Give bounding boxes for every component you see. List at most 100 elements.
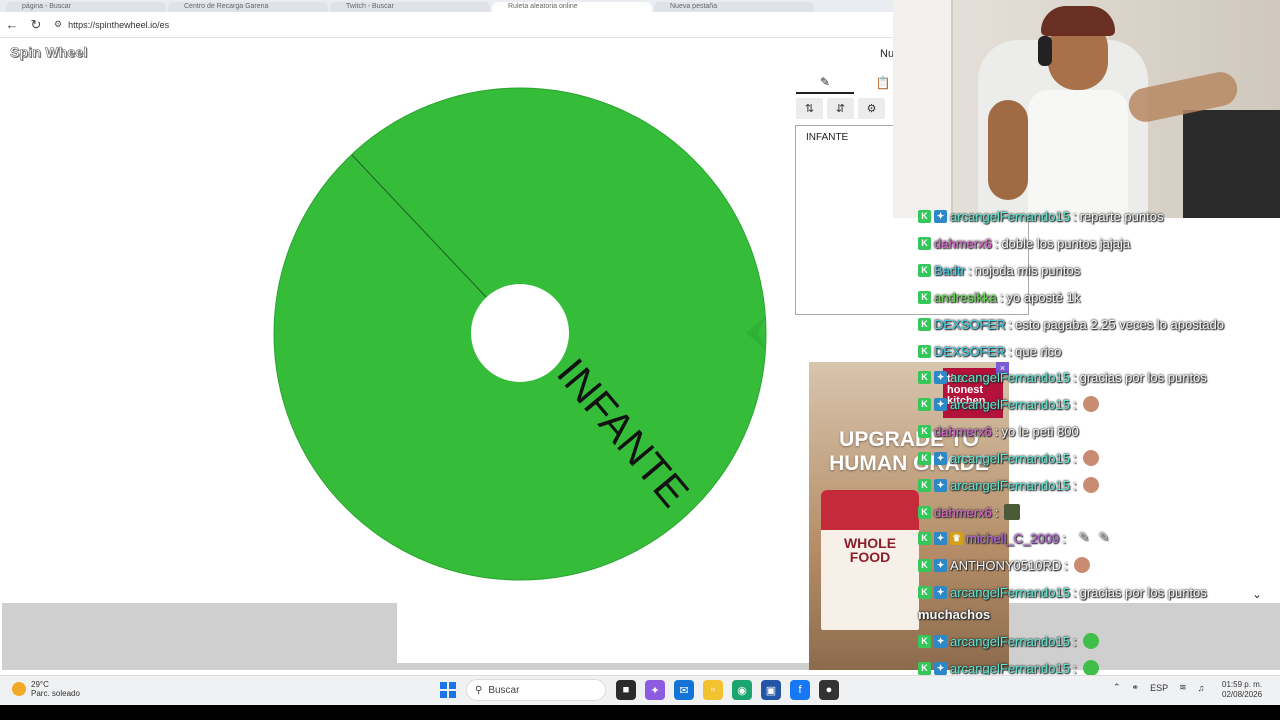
subscriber-badge-icon: ✦ (934, 585, 947, 599)
spin-wheel[interactable]: INFANTE (270, 84, 770, 584)
clock-time: 01:59 p. m. (1222, 680, 1263, 689)
weather-widget[interactable]: 29°C Parc. soleado (12, 680, 80, 698)
chat-message: Kdahmerx6: (918, 503, 1021, 521)
emote-icon (1082, 660, 1099, 676)
chat-separator: : (1008, 343, 1013, 359)
chevron-up-icon[interactable]: ⌃ (1113, 682, 1121, 693)
volume-icon[interactable]: ♫ (1198, 683, 1205, 693)
site-logo[interactable]: Spin Wheel (10, 44, 88, 61)
obs-icon[interactable]: ● (819, 680, 839, 700)
subscriber-badge-icon: ✦ (934, 209, 947, 223)
sort-button[interactable]: ⇵ (827, 98, 854, 119)
chat-separator: : (1072, 660, 1077, 676)
chat-username[interactable]: andresikka (934, 290, 997, 305)
chat-separator: : (1072, 396, 1077, 412)
kick-badge-icon: K (918, 478, 931, 492)
chat-username[interactable]: dahmerx6 (934, 505, 992, 520)
taskbar-search[interactable]: ⚲ Buscar (466, 679, 606, 701)
settings-button[interactable]: ⚙ (858, 98, 885, 119)
chat-text: nojoda mis puntos (974, 262, 1081, 278)
chat-username[interactable]: arcangelFernando15 (950, 209, 1070, 224)
chat-separator: : (1062, 530, 1066, 546)
browser-address-bar: ← ↻ ⚙ https://spinthewheel.io/es (0, 12, 900, 38)
chat-text: que rico (1015, 343, 1062, 359)
outlook-icon[interactable]: ✉ (674, 680, 694, 700)
chat-separator: : (1008, 316, 1013, 332)
chat-separator: : (994, 423, 999, 439)
chat-separator: : (994, 235, 999, 251)
chat-message: muchachos (918, 605, 990, 623)
crown-badge-icon: ♛ (950, 531, 963, 545)
emote-icon (1082, 396, 1099, 412)
back-arrow-icon[interactable]: ← (0, 13, 24, 37)
chat-separator: : (999, 289, 1004, 305)
copilot-icon[interactable]: ✦ (645, 680, 665, 700)
site-info-icon[interactable]: ⚙ (54, 19, 62, 30)
wifi-icon[interactable]: ≋ (1179, 682, 1187, 693)
editor-toolbar: ⇅ ⇵ ⚙ (796, 98, 885, 120)
chat-username[interactable]: Badtr (934, 263, 965, 278)
chat-username[interactable]: arcangelFernando15 (950, 478, 1070, 493)
microphone-icon[interactable]: ⚭ (1132, 682, 1140, 693)
screen: página - Buscar Centro de Recarga Garena T… (0, 0, 1280, 720)
chat-text: muchachos (918, 606, 991, 622)
edge-icon[interactable]: ◉ (732, 680, 752, 700)
emote-icon (1082, 633, 1099, 649)
ad-product-bag: WHOLE FOOD (821, 490, 919, 630)
wheel-center-hub[interactable] (471, 284, 569, 382)
chat-username[interactable]: arcangelFernando15 (950, 661, 1070, 676)
kick-badge-icon: K (918, 263, 931, 277)
system-tray: ⌃ ⚭ ESP ≋ ♫ (1113, 682, 1204, 693)
chat-username[interactable]: arcangelFernando15 (950, 370, 1070, 385)
chat-message: K ✦ arcangelFernando15: (918, 449, 1099, 467)
chevron-down-icon[interactable]: ⌄ (1252, 587, 1262, 601)
sort-icon: ⇵ (835, 103, 846, 115)
chat-username[interactable]: dahmerx6 (934, 424, 992, 439)
chat-username[interactable]: ANTHONY0510RD (950, 558, 1061, 573)
webcam-door (893, 0, 953, 218)
kick-badge-icon: K (918, 344, 931, 358)
browser-tab[interactable]: Nueva pestaña (654, 2, 814, 12)
reload-icon[interactable]: ↻ (24, 13, 48, 37)
kick-badge-icon: K (918, 661, 931, 675)
browser-tab[interactable]: página - Buscar (6, 2, 166, 12)
chat-username[interactable]: michell_C_2009 (966, 531, 1059, 546)
facebook-icon[interactable]: f (790, 680, 810, 700)
store-icon[interactable]: ▣ (761, 680, 781, 700)
shuffle-button[interactable]: ⇅ (796, 98, 823, 119)
url-field[interactable]: ⚙ https://spinthewheel.io/es (54, 19, 169, 30)
task-view-icon[interactable]: ■ (616, 680, 636, 700)
browser-tab[interactable]: Ruleta aleatoria online (492, 2, 652, 12)
file-explorer-icon[interactable]: ▫ (703, 680, 723, 700)
chat-username[interactable]: arcangelFernando15 (950, 585, 1070, 600)
chat-username[interactable]: dahmerx6 (934, 236, 992, 251)
chat-username[interactable]: arcangelFernando15 (950, 397, 1070, 412)
chat-username[interactable]: arcangelFernando15 (950, 451, 1070, 466)
tab-edit[interactable]: ✎ (796, 72, 854, 94)
chat-username[interactable]: DEXSOFER (934, 317, 1006, 332)
emote-icon (1082, 450, 1099, 466)
chat-separator: : (1072, 584, 1077, 600)
chat-username[interactable]: DEXSOFER (934, 344, 1006, 359)
browser-tab[interactable]: Twitch - Buscar (330, 2, 490, 12)
settings-icon: ⚙ (866, 103, 877, 115)
chat-separator: : (1072, 208, 1077, 224)
chat-message: K ✦ ANTHONY0510RD: (918, 556, 1090, 574)
weather-temp: 29°C (31, 680, 49, 689)
chat-message: K Badtr: nojoda mis puntos (918, 261, 1080, 279)
taskbar-apps: ■ ✦ ✉ ▫ ◉ ▣ f ● (616, 680, 839, 700)
chat-separator: : (1072, 477, 1077, 493)
kick-badge-icon: K (918, 505, 931, 519)
chat-separator: : (1064, 557, 1068, 573)
chat-message: K ✦ ♛ michell_C_2009: ✎ ✎ (918, 529, 1109, 547)
kick-badge-icon: K (918, 290, 931, 304)
taskbar-clock[interactable]: 01:59 p. m. 02/08/2026 (1222, 680, 1262, 700)
subscriber-badge-icon: ✦ (934, 661, 947, 675)
site-menu-truncated[interactable]: Nu (880, 48, 894, 60)
chat-separator: : (1072, 633, 1077, 649)
windows-start-icon[interactable] (440, 682, 456, 698)
browser-tab[interactable]: Centro de Recarga Garena (168, 2, 328, 12)
chat-username[interactable]: arcangelFernando15 (950, 634, 1070, 649)
language-indicator[interactable]: ESP (1150, 683, 1168, 693)
chat-message: K DEXSOFER: esto pagaba 2.25 veces lo apos… (918, 315, 1224, 333)
